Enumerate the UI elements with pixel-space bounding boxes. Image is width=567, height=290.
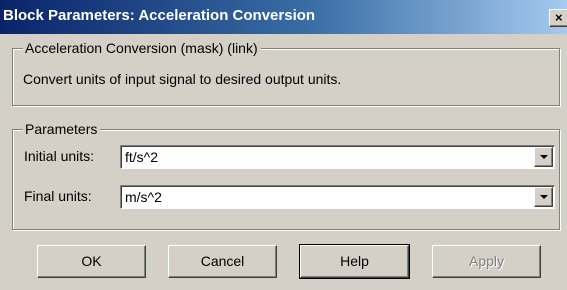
chevron-down-icon (540, 155, 548, 159)
initial-units-value: ft/s^2 (125, 149, 159, 165)
initial-units-dropdown[interactable]: ft/s^2 (120, 145, 555, 169)
block-parameters-dialog: Block Parameters: Acceleration Conversio… (0, 0, 567, 290)
initial-units-label: Initial units: (24, 148, 95, 164)
chevron-down-icon (540, 195, 548, 199)
window-title: Block Parameters: Acceleration Conversio… (3, 7, 316, 24)
apply-button[interactable]: Apply (432, 245, 541, 278)
description-group: Acceleration Conversion (mask) (link) Co… (12, 40, 560, 106)
final-units-label: Final units: (24, 188, 92, 204)
parameters-group: Parameters Initial units: ft/s^2 Final u… (12, 121, 560, 230)
final-units-dropdown-button[interactable] (534, 187, 553, 207)
final-units-value: m/s^2 (125, 189, 162, 205)
help-button[interactable]: Help (299, 244, 410, 279)
parameters-group-legend: Parameters (23, 121, 101, 137)
block-description: Convert units of input signal to desired… (23, 71, 342, 87)
final-units-dropdown[interactable]: m/s^2 (120, 185, 555, 209)
description-group-legend: Acceleration Conversion (mask) (link) (23, 40, 261, 56)
close-icon: × (555, 10, 563, 25)
title-bar[interactable]: Block Parameters: Acceleration Conversio… (0, 0, 567, 34)
close-button[interactable]: × (549, 9, 567, 27)
initial-units-dropdown-button[interactable] (534, 147, 553, 167)
cancel-button[interactable]: Cancel (168, 245, 277, 278)
ok-button[interactable]: OK (37, 245, 146, 278)
